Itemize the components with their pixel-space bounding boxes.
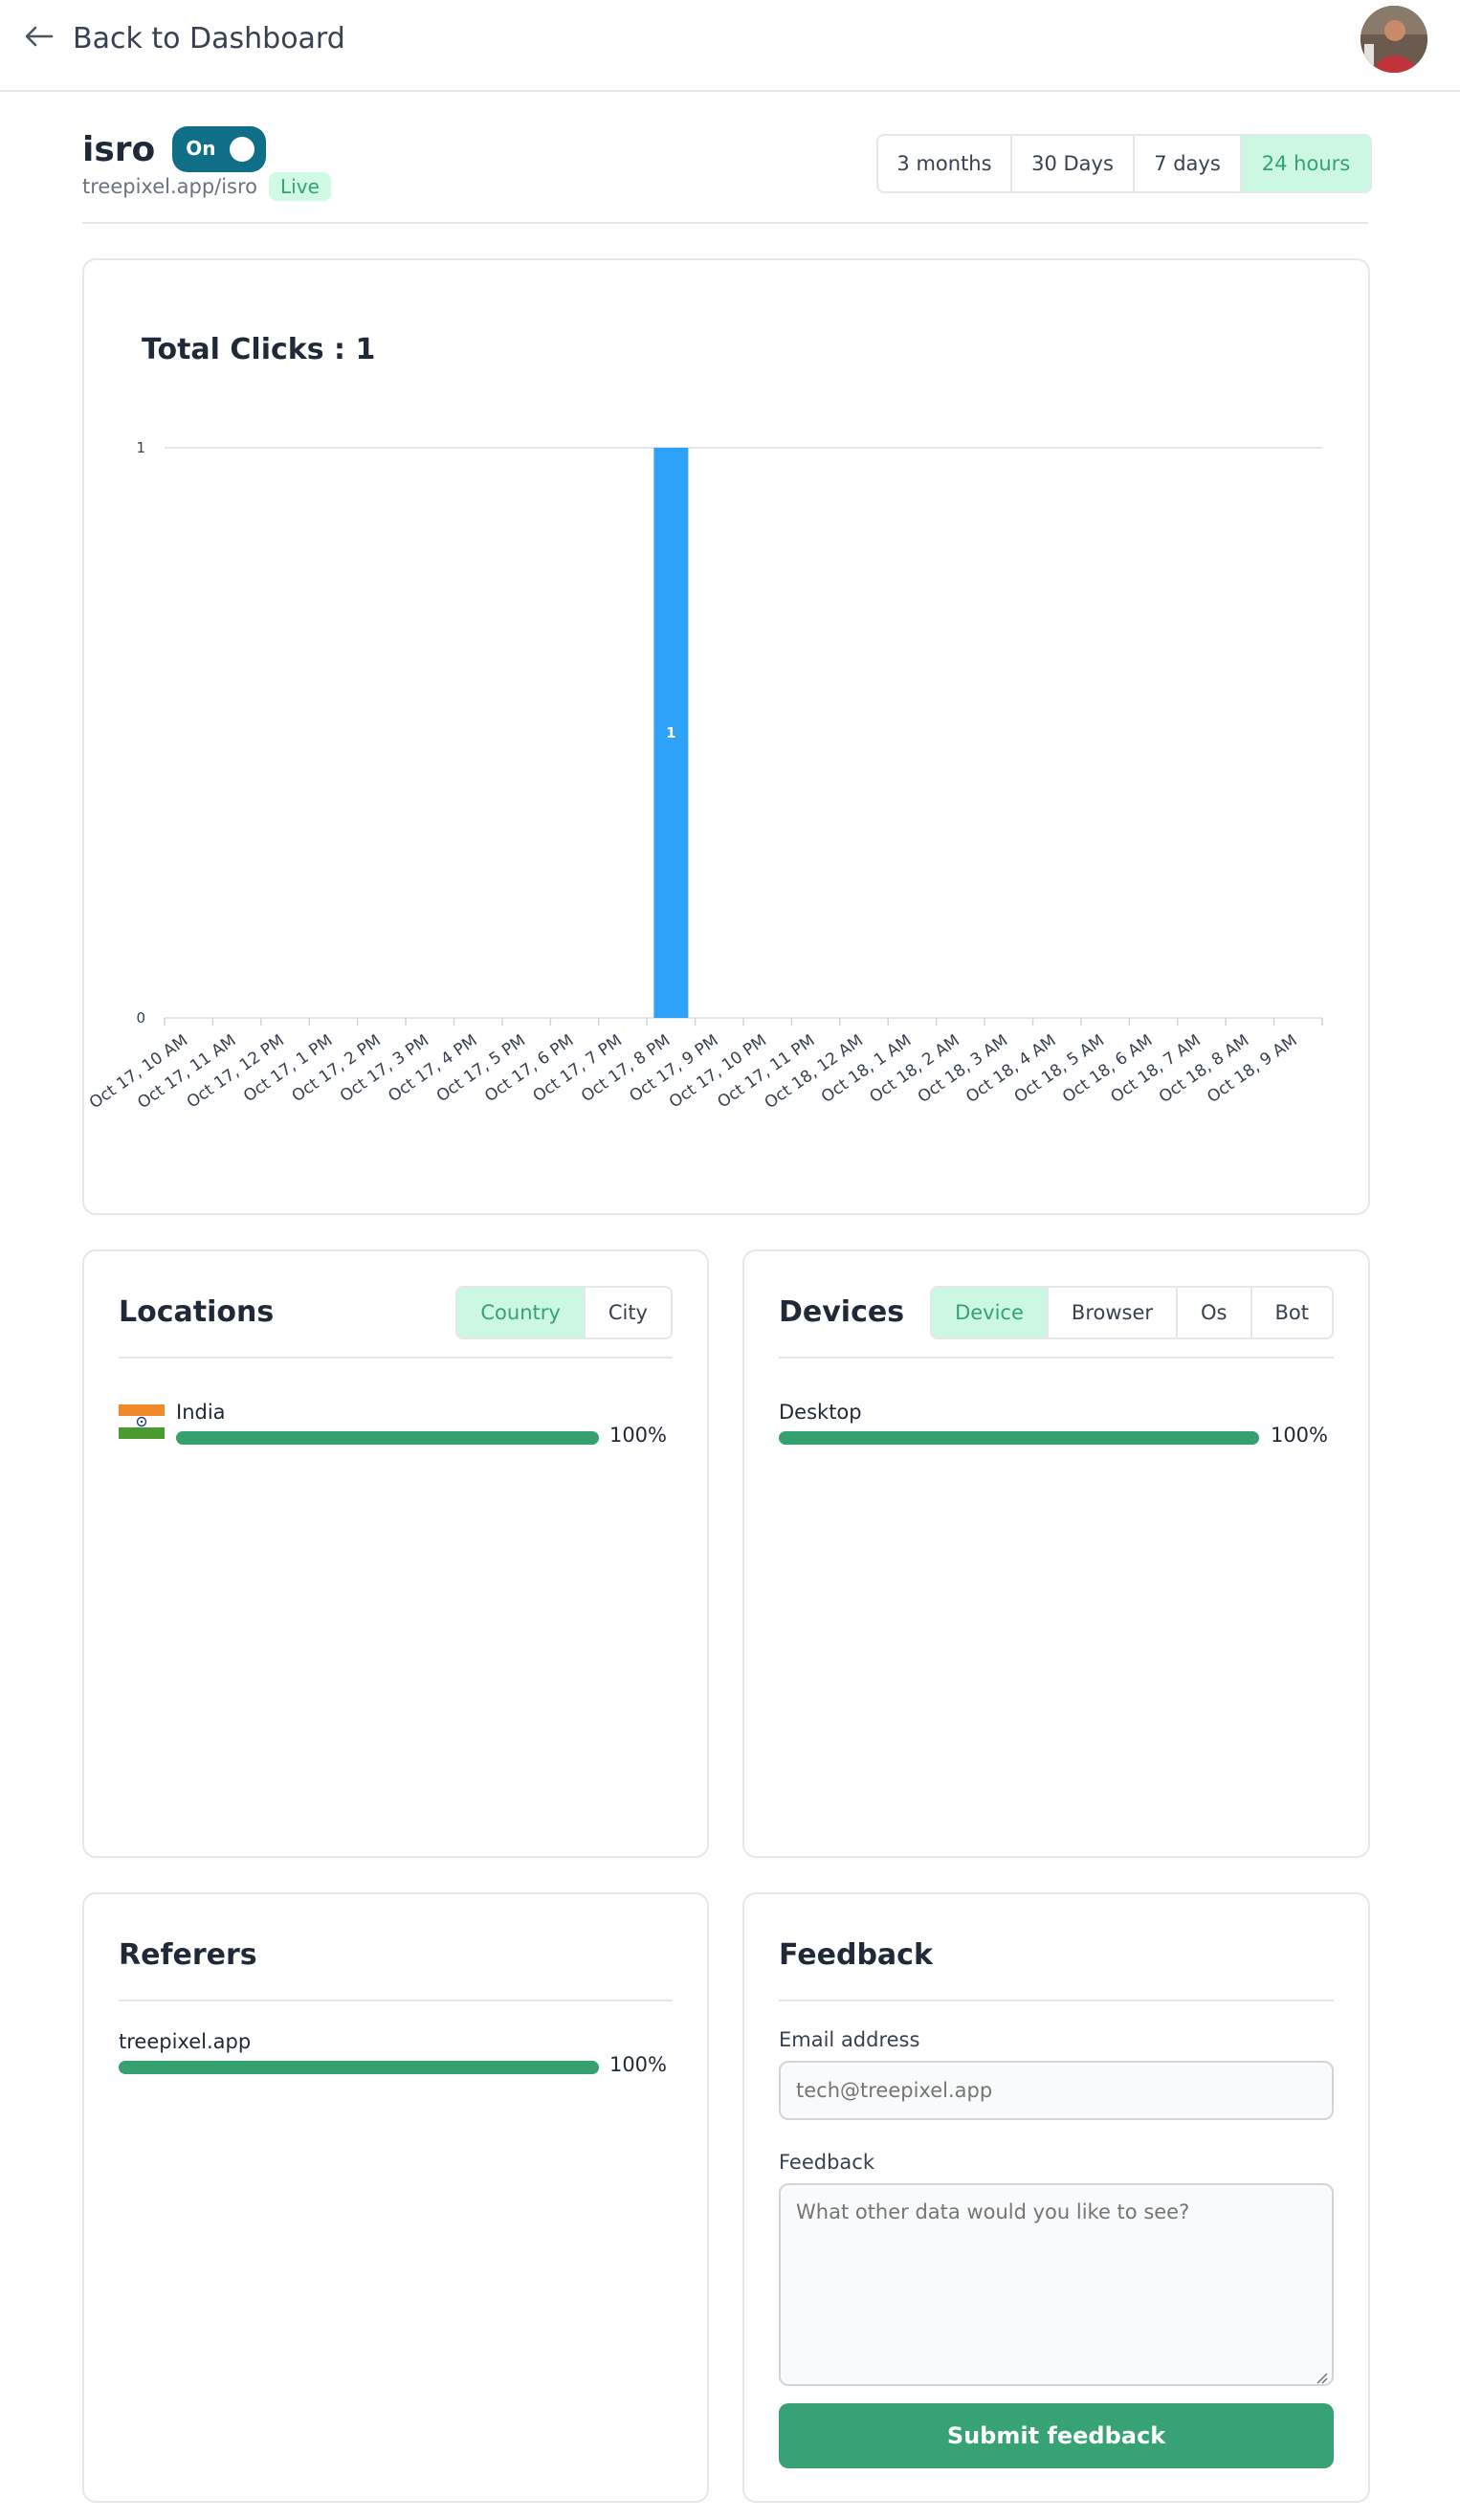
clicks-chart-card: Total Clicks : 1 0 1 1 Oct 17, 10 AM Oct 17,… (82, 258, 1370, 1215)
device-label: Desktop (779, 1401, 862, 1424)
y-tick-label: 1 (136, 439, 145, 456)
tab-browser[interactable]: Browser (1048, 1288, 1179, 1337)
avatar[interactable] (1360, 6, 1427, 73)
link-active-toggle[interactable]: On (172, 126, 267, 172)
device-percent: 100% (1270, 1424, 1328, 1447)
referer-percent: 100% (608, 2053, 667, 2076)
toggle-label: On (186, 137, 216, 160)
feedback-card: Feedback Email address Feedback Submit f… (742, 1892, 1370, 2503)
list-item: Desktop 100% (779, 1401, 1334, 1448)
devices-tabs: Device Browser Os Bot (930, 1286, 1334, 1339)
india-flag-icon (119, 1404, 165, 1439)
arrow-left-icon (23, 20, 55, 56)
referers-card: Referers treepixel.app 100% (82, 1892, 709, 2503)
feedback-label: Feedback (779, 2151, 875, 2174)
range-7-days-button[interactable]: 7 days (1135, 136, 1242, 191)
list-item: India 100% (119, 1401, 673, 1448)
device-bar-fill (779, 1431, 1259, 1445)
status-badge: Live (269, 172, 331, 201)
locations-card: Locations Country City India 100% (82, 1249, 709, 1858)
back-to-dashboard-link[interactable]: Back to Dashboard (23, 17, 345, 59)
tab-country[interactable]: Country (457, 1288, 586, 1337)
email-field[interactable] (779, 2061, 1334, 2120)
link-name: isro (82, 129, 156, 169)
submit-feedback-button[interactable]: Submit feedback (779, 2403, 1334, 2468)
time-range-selector: 3 months 30 Days 7 days 24 hours (876, 134, 1372, 193)
range-3-months-button[interactable]: 3 months (878, 136, 1012, 191)
devices-card: Devices Device Browser Os Bot Desktop 10… (742, 1249, 1370, 1858)
referers-title: Referers (119, 1938, 257, 1972)
clicks-bar-chart: 011Oct 17, 10 AMOct 17, 11 AMOct 17, 12 … (86, 439, 1323, 1113)
tab-os[interactable]: Os (1178, 1288, 1252, 1337)
tab-city[interactable]: City (585, 1288, 671, 1337)
email-label: Email address (779, 2028, 920, 2051)
range-30-days-button[interactable]: 30 Days (1012, 136, 1135, 191)
referer-bar-fill (119, 2061, 599, 2074)
device-bar (779, 1431, 1259, 1445)
toggle-knob (230, 137, 255, 162)
y-tick-label: 0 (136, 1009, 145, 1027)
feedback-title: Feedback (779, 1938, 933, 1972)
referer-label: treepixel.app (119, 2030, 252, 2053)
location-bar (176, 1431, 599, 1445)
locations-title: Locations (119, 1295, 275, 1329)
link-url[interactable]: treepixel.app/isro (82, 175, 257, 198)
feedback-textarea[interactable] (779, 2183, 1334, 2386)
link-header: isro On treepixel.app/isro Live 3 months… (82, 122, 1372, 224)
range-24-hours-button[interactable]: 24 hours (1242, 136, 1370, 191)
tab-device[interactable]: Device (932, 1288, 1049, 1337)
list-item: treepixel.app 100% (119, 2030, 673, 2078)
top-bar: Back to Dashboard (0, 0, 1460, 92)
location-label: India (176, 1401, 226, 1424)
referer-bar (119, 2061, 599, 2074)
back-label: Back to Dashboard (73, 21, 345, 55)
devices-title: Devices (779, 1295, 905, 1329)
location-bar-fill (176, 1431, 599, 1445)
locations-tabs: Country City (455, 1286, 673, 1339)
resize-handle-icon[interactable] (1315, 2371, 1328, 2384)
location-percent: 100% (608, 1424, 667, 1447)
tab-bot[interactable]: Bot (1251, 1288, 1332, 1337)
bar-data-label: 1 (666, 724, 675, 741)
